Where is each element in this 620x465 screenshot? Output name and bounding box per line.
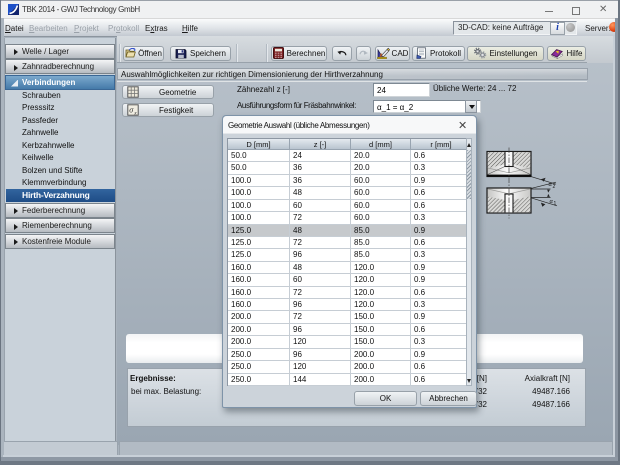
svg-text:1: 1	[554, 201, 557, 207]
svg-text:2: 2	[553, 184, 556, 190]
svg-text:x: x	[133, 111, 137, 116]
